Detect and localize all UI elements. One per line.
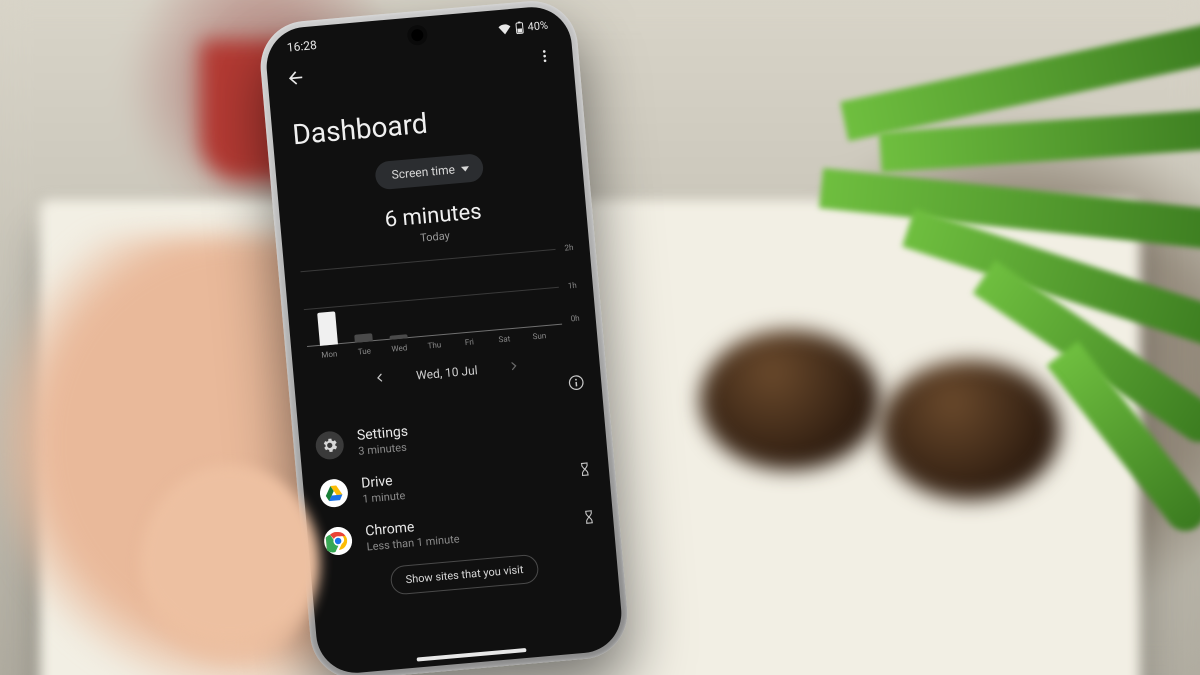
show-sites-button[interactable]: Show sites that you visit bbox=[389, 554, 539, 596]
y-tick: 1h bbox=[567, 281, 577, 291]
x-tick: Tue bbox=[347, 345, 383, 357]
x-tick: Thu bbox=[417, 339, 453, 351]
x-tick: Wed bbox=[382, 342, 418, 354]
timer-icon[interactable] bbox=[576, 460, 594, 483]
prev-day-button[interactable] bbox=[370, 370, 391, 388]
usage-bar-chart[interactable]: 2h 1h 0h MonTueWedThuFriSatSun bbox=[300, 241, 581, 361]
x-tick: Mon bbox=[312, 349, 348, 361]
dropdown-icon bbox=[461, 166, 469, 172]
settings-icon bbox=[315, 430, 345, 460]
y-tick: 2h bbox=[564, 243, 574, 253]
gesture-nav-pill[interactable] bbox=[417, 648, 527, 662]
x-tick: Sat bbox=[487, 333, 523, 345]
filter-chip[interactable]: Screen time bbox=[375, 153, 484, 190]
clock: 16:28 bbox=[286, 38, 317, 55]
y-tick: 0h bbox=[570, 314, 580, 324]
photo-background: 16:28 bbox=[0, 0, 1200, 675]
overflow-menu-button[interactable] bbox=[529, 41, 559, 71]
next-day-button[interactable] bbox=[503, 358, 524, 376]
info-icon[interactable] bbox=[566, 373, 586, 396]
filter-chip-label: Screen time bbox=[391, 162, 455, 181]
battery-percent: 40% bbox=[527, 18, 548, 33]
battery-icon bbox=[514, 20, 524, 34]
app-usage-list: Settings3 minutesDrive1 minuteChromeLess… bbox=[298, 397, 615, 567]
chart-bar[interactable]: Sun bbox=[514, 249, 556, 328]
show-sites-label: Show sites that you visit bbox=[405, 563, 524, 586]
timer-icon[interactable] bbox=[580, 507, 598, 530]
drive-icon bbox=[319, 478, 349, 508]
wifi-icon bbox=[497, 23, 511, 35]
x-tick: Sun bbox=[522, 330, 558, 342]
selected-date: Wed, 10 Jul bbox=[416, 363, 479, 382]
chrome-icon bbox=[323, 526, 353, 556]
x-tick: Fri bbox=[452, 336, 488, 348]
page-title: Dashboard bbox=[291, 94, 579, 152]
back-button[interactable] bbox=[280, 63, 310, 93]
